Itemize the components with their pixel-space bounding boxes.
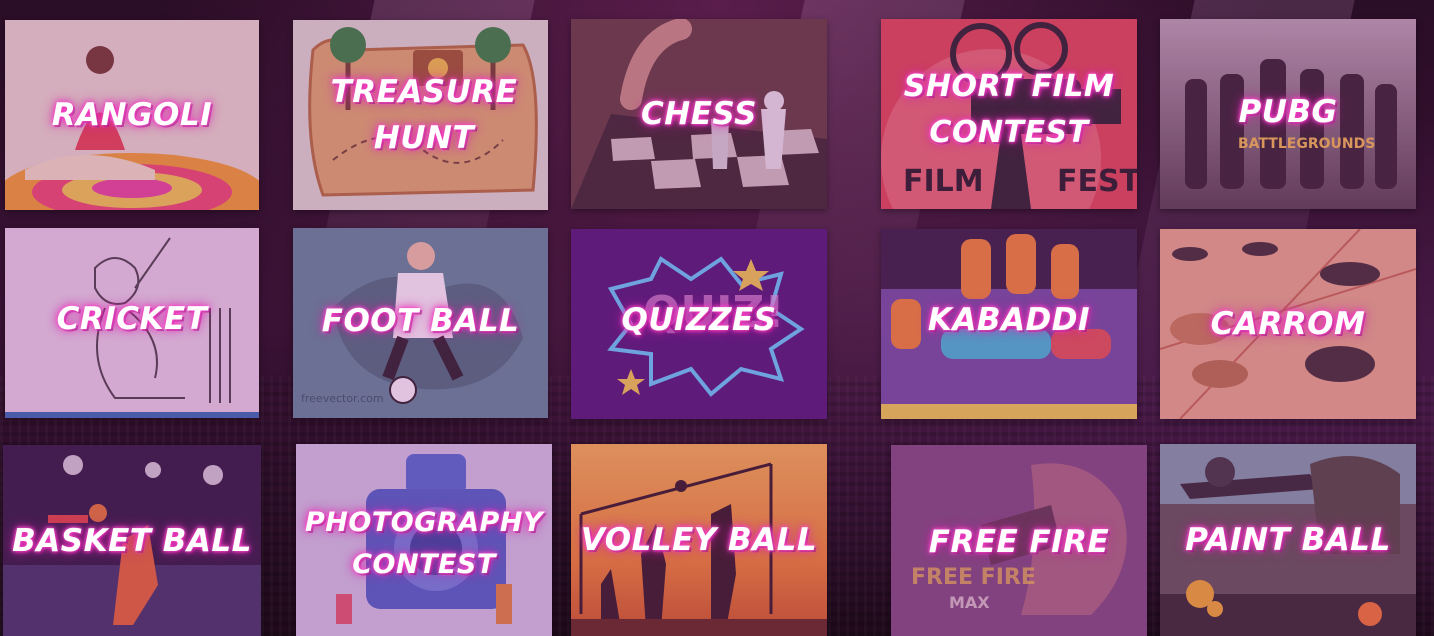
event-title: PAINT BALL (1185, 522, 1391, 558)
event-title: FOOT BALL (321, 303, 520, 340)
event-title: SHORT FILM CONTEST (903, 69, 1115, 151)
event-card-volley-ball[interactable]: VOLLEY BALL (571, 444, 827, 636)
event-card-basket-ball[interactable]: BASKET BALL (3, 445, 261, 636)
event-title: KABADDI (927, 302, 1091, 339)
event-card-kabaddi[interactable]: KABADDI (881, 229, 1137, 419)
event-card-carrom[interactable]: CARROM (1160, 229, 1416, 419)
event-title: RANGOLI (51, 97, 213, 133)
event-card-treasure-hunt[interactable]: TREASURE HUNT (293, 20, 548, 210)
event-title: PUBG (1238, 94, 1338, 131)
event-card-cricket[interactable]: CRICKET (5, 228, 259, 418)
event-title: FREE FIRE (928, 524, 1110, 561)
event-card-short-film-contest[interactable]: FILM FESTI SHORT FILM CONTEST (881, 19, 1137, 209)
event-title: CARROM (1210, 306, 1366, 342)
event-title: TREASURE HUNT (330, 74, 518, 156)
event-card-paint-ball[interactable]: PAINT BALL (1160, 444, 1416, 636)
event-title: PHOTOGRAPHY CONTEST (305, 506, 543, 580)
event-title: BASKET BALL (12, 522, 252, 559)
event-card-quizzes[interactable]: QUIZ! QUIZZES (571, 229, 827, 419)
event-card-rangoli[interactable]: RANGOLI (5, 20, 259, 210)
event-title: CHESS (641, 96, 757, 132)
event-card-foot-ball[interactable]: freevector.com FOOT BALL (293, 228, 548, 418)
event-card-chess[interactable]: CHESS (571, 19, 827, 209)
event-title: VOLLEY BALL (580, 522, 818, 558)
event-title: CRICKET (56, 301, 208, 338)
event-card-pubg[interactable]: BATTLEGROUNDS PUBG (1160, 19, 1416, 209)
event-title: QUIZZES (621, 302, 777, 339)
event-card-photography-contest[interactable]: PHOTOGRAPHY CONTEST (296, 444, 552, 636)
event-card-free-fire[interactable]: FREE FIRE MAX FREE FIRE (891, 445, 1147, 636)
